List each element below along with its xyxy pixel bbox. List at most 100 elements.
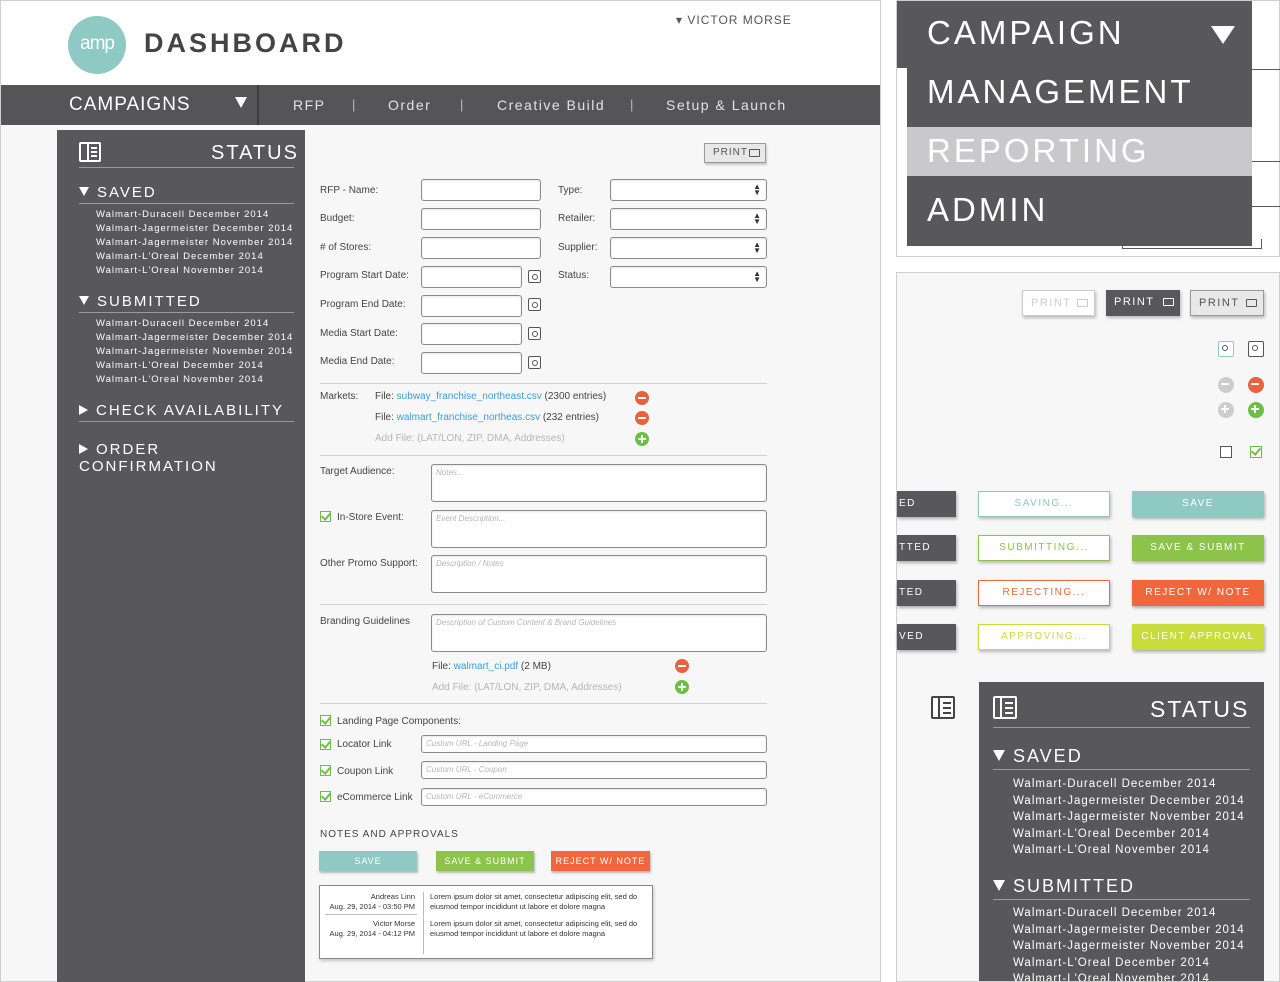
list-item[interactable]: Walmart-Duracell December 2014 xyxy=(1013,776,1245,793)
add-icon[interactable] xyxy=(1248,402,1264,418)
retailer-select[interactable]: ▲ ▼ xyxy=(610,208,767,230)
approving-button[interactable]: APPROVING... xyxy=(978,624,1110,650)
file-link[interactable]: walmart_ci.pdf xyxy=(454,661,518,672)
target-audience-textarea[interactable]: Notes... xyxy=(431,464,767,502)
dark-button-cut[interactable]: ED xyxy=(897,491,956,517)
checkbox-checked[interactable] xyxy=(320,765,331,776)
client-approval-button[interactable]: CLIENT APPROVAL xyxy=(1132,624,1264,650)
calendar-icon-hover[interactable] xyxy=(1218,341,1234,357)
media-end-input[interactable] xyxy=(421,352,522,374)
media-start-input[interactable] xyxy=(421,323,522,345)
calendar-icon[interactable] xyxy=(528,298,541,311)
nav-item-order[interactable]: Order xyxy=(388,97,431,113)
sidebar-toggle-icon[interactable] xyxy=(79,142,101,162)
rfp-name-input[interactable] xyxy=(421,179,541,201)
checkbox-checked[interactable] xyxy=(1250,446,1262,458)
file-link[interactable]: walmart_franchise_northeas.csv xyxy=(397,412,540,423)
section-saved[interactable]: SAVED xyxy=(79,184,157,201)
program-end-input[interactable] xyxy=(421,295,522,317)
list-item[interactable]: Walmart-Jagermeister November 2014 xyxy=(1013,938,1245,955)
checkbox-unchecked[interactable] xyxy=(1220,446,1232,458)
promo-support-textarea[interactable]: Description / Notes xyxy=(431,555,767,593)
menu-item-management[interactable]: MANAGEMENT xyxy=(927,73,1194,111)
chevron-down-icon[interactable] xyxy=(1211,26,1235,44)
calendar-icon[interactable] xyxy=(528,327,541,340)
remove-icon[interactable] xyxy=(635,391,649,405)
list-item[interactable]: Walmart-Duracell December 2014 xyxy=(1013,905,1245,922)
checkbox-checked[interactable] xyxy=(320,739,331,750)
locator-url-input[interactable]: Custom URL - Landing Page xyxy=(421,735,767,753)
budget-input[interactable] xyxy=(421,208,541,230)
campaigns-menu[interactable]: CAMPAIGNS xyxy=(69,94,191,116)
menu-item-campaign[interactable]: CAMPAIGN xyxy=(927,14,1125,52)
section-submitted[interactable]: SUBMITTED xyxy=(79,293,202,310)
menu-item-reporting[interactable]: REPORTING xyxy=(927,132,1150,170)
menu-item-admin[interactable]: ADMIN xyxy=(927,191,1048,229)
amp-logo[interactable]: amp xyxy=(68,16,126,74)
rejecting-button[interactable]: REJECTING... xyxy=(978,580,1110,606)
list-item[interactable]: Walmart-Jagermeister December 2014 xyxy=(96,223,293,234)
list-item[interactable]: Walmart-Duracell December 2014 xyxy=(96,318,269,329)
list-item[interactable]: Walmart-L'Oreal December 2014 xyxy=(1013,955,1245,972)
save-submit-button[interactable]: SAVE & SUBMIT xyxy=(436,851,534,871)
list-item[interactable]: Walmart-L'Oreal December 2014 xyxy=(1013,826,1245,843)
submitting-button[interactable]: SUBMITTING... xyxy=(978,535,1110,561)
section-submitted[interactable]: SUBMITTED xyxy=(993,876,1135,897)
calendar-icon[interactable] xyxy=(1248,341,1264,357)
list-item[interactable]: Walmart-Duracell December 2014 xyxy=(96,209,269,220)
calendar-icon[interactable] xyxy=(528,270,541,283)
add-icon-disabled[interactable] xyxy=(1218,402,1234,418)
status-select[interactable]: ▲ ▼ xyxy=(610,266,767,288)
print-button-default[interactable]: PRINT xyxy=(1190,290,1264,316)
remove-icon[interactable] xyxy=(635,411,649,425)
stores-input[interactable] xyxy=(421,237,541,259)
list-item[interactable]: Walmart-Jagermeister November 2014 xyxy=(1013,809,1245,826)
chevron-down-icon[interactable] xyxy=(235,97,247,108)
save-submit-button[interactable]: SAVE & SUBMIT xyxy=(1132,535,1264,561)
section-order-confirmation[interactable]: ORDER CONFIRMATION xyxy=(79,441,305,475)
branding-textarea[interactable]: Description of Custom Content & Brand Gu… xyxy=(431,614,767,652)
file-link[interactable]: subway_franchise_northeast.csv xyxy=(397,391,542,402)
list-item[interactable]: Walmart-Jagermeister November 2014 xyxy=(96,346,293,357)
nav-item-creative-build[interactable]: Creative Build xyxy=(497,97,605,113)
calendar-icon[interactable] xyxy=(528,356,541,369)
reject-note-button[interactable]: REJECT W/ NOTE xyxy=(1132,580,1264,606)
add-icon[interactable] xyxy=(635,432,649,446)
remove-icon[interactable] xyxy=(675,659,689,673)
add-icon[interactable] xyxy=(675,680,689,694)
list-item[interactable]: Walmart-Jagermeister December 2014 xyxy=(1013,922,1245,939)
list-item[interactable]: Walmart-L'Oreal November 2014 xyxy=(96,374,264,385)
print-button-disabled[interactable]: PRINT xyxy=(1022,290,1095,316)
checkbox-checked[interactable] xyxy=(320,715,331,726)
list-item[interactable]: Walmart-Jagermeister December 2014 xyxy=(1013,793,1245,810)
sidebar-toggle-icon[interactable] xyxy=(993,696,1017,719)
ecommerce-url-input[interactable]: Custom URL - eCommerce xyxy=(421,788,767,806)
list-item[interactable]: Walmart-L'Oreal December 2014 xyxy=(96,360,264,371)
list-item[interactable]: Walmart-L'Oreal December 2014 xyxy=(96,251,264,262)
section-saved[interactable]: SAVED xyxy=(993,746,1083,767)
coupon-url-input[interactable]: Custom URL - Coupon xyxy=(421,761,767,779)
nav-item-setup-launch[interactable]: Setup & Launch xyxy=(666,97,787,113)
list-item[interactable]: Walmart-Jagermeister December 2014 xyxy=(96,332,293,343)
remove-icon[interactable] xyxy=(1248,377,1264,393)
list-item[interactable]: Walmart-L'Oreal November 2014 xyxy=(1013,971,1245,981)
list-item[interactable]: Walmart-L'Oreal November 2014 xyxy=(96,265,264,276)
checkbox-checked[interactable] xyxy=(320,511,331,522)
program-start-input[interactable] xyxy=(421,266,522,288)
user-menu[interactable]: ▾ VICTOR MORSE xyxy=(676,13,792,27)
save-button[interactable]: SAVE xyxy=(1132,491,1264,517)
type-select[interactable]: ▲ ▼ xyxy=(610,179,767,201)
sidebar-collapsed-icon[interactable] xyxy=(931,696,955,719)
supplier-select[interactable]: ▲ ▼ xyxy=(610,237,767,259)
saving-button[interactable]: SAVING... xyxy=(978,491,1110,517)
checkbox-checked[interactable] xyxy=(320,791,331,802)
list-item[interactable]: Walmart-Jagermeister November 2014 xyxy=(96,237,293,248)
remove-icon-disabled[interactable] xyxy=(1218,377,1234,393)
list-item[interactable]: Walmart-L'Oreal November 2014 xyxy=(1013,842,1245,859)
section-check-availability[interactable]: CHECK AVAILABILITY xyxy=(79,402,284,419)
print-button[interactable]: PRINT xyxy=(704,143,766,163)
nav-item-rfp[interactable]: RFP xyxy=(293,97,326,113)
dark-button-cut[interactable]: TTED xyxy=(897,535,956,561)
dark-button-cut[interactable]: TED xyxy=(897,580,956,606)
reject-note-button[interactable]: REJECT W/ NOTE xyxy=(551,851,650,871)
